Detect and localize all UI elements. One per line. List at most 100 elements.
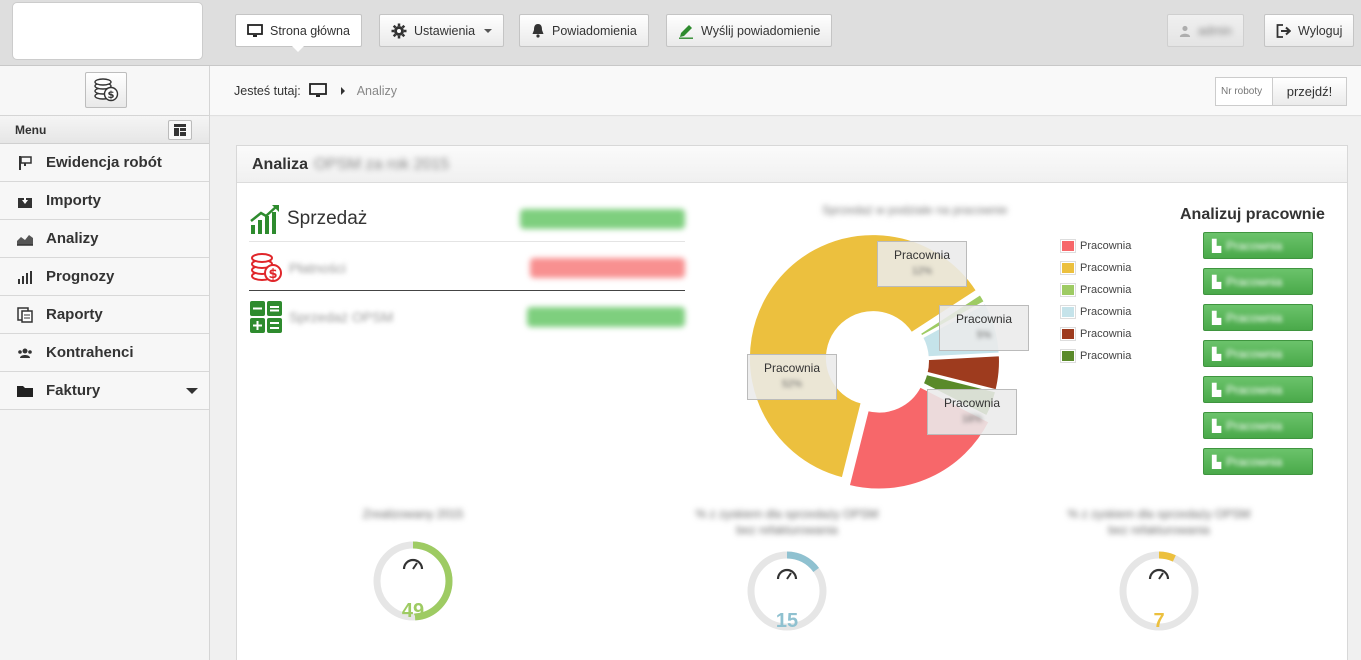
analyze-workshop-label: Pracownia [1226, 310, 1283, 325]
sidebar-item-analizy[interactable]: Analizy [0, 220, 209, 258]
legend-item[interactable]: Pracownia [1060, 345, 1132, 367]
home-button[interactable]: Strona główna [235, 14, 362, 52]
panel-header: Analiza OPSM za rok 2015 [237, 146, 1347, 183]
speedometer-needle [1158, 572, 1164, 580]
breadcrumb-bar: Jesteś tutaj: Analizy Nr roboty przejdź! [210, 66, 1361, 116]
building-icon: ▙ [1212, 382, 1222, 397]
legend-item[interactable]: Pracownia [1060, 235, 1132, 257]
logout-icon [1276, 23, 1291, 38]
go-button[interactable]: przejdź! [1272, 77, 1347, 106]
building-icon: ▙ [1212, 418, 1222, 433]
coins-dollar-icon: $ [94, 78, 119, 102]
sidebar-item-ewidencja-robot[interactable]: Ewidencja robót [0, 144, 209, 182]
building-icon: ▙ [1212, 346, 1222, 361]
sidebar-item-importy[interactable]: Importy [0, 182, 209, 220]
pie-tooltip-label: Pracownia [955, 312, 1013, 326]
legend-item[interactable]: Pracownia [1060, 279, 1132, 301]
gauge-subtitle: bez refakturowania [1108, 523, 1210, 537]
monitor-icon [247, 23, 263, 37]
stat-sales-label: Sprzedaż [287, 207, 368, 229]
legend-label: Pracownia [1080, 284, 1132, 296]
speedometer-needle [786, 572, 792, 580]
building-icon: ▙ [1212, 454, 1222, 469]
breadcrumb: Jesteś tutaj: Analizy [234, 83, 397, 98]
sidebar-shortcuts: $ [0, 66, 209, 116]
legend-label: Pracownia [1080, 328, 1132, 340]
pie-tooltip-value: 52% [781, 379, 802, 390]
user-icon [1179, 25, 1191, 37]
user-button[interactable]: admin [1167, 14, 1244, 47]
gauge-title: % z zyskiem dla sprzedaży OPSM [695, 507, 879, 521]
logout-label: Wyloguj [1298, 23, 1343, 38]
panel-title: Analiza [252, 156, 309, 173]
stat-opsm-label: Sprzedaż OPSM [289, 309, 394, 325]
logout-button[interactable]: Wyloguj [1264, 14, 1355, 47]
gauge-value: 7 [1153, 610, 1165, 632]
user-label: admin [1197, 23, 1232, 38]
legend-item[interactable]: Pracownia [1060, 301, 1131, 323]
analyze-workshop-button[interactable]: ▙ Pracownia [1203, 340, 1313, 367]
bar-chart-icon [16, 268, 34, 286]
sidebar-item-prognozy[interactable]: Prognozy [0, 258, 209, 296]
analyze-workshop-label: Pracownia [1226, 274, 1283, 289]
pie-tooltip: Pracownia 52% [747, 354, 837, 400]
sidebar-toggle-button[interactable] [168, 120, 192, 140]
sidebar-menu-header: Menu [0, 116, 209, 144]
flag-building-icon [16, 154, 34, 172]
legend-label: Pracownia [1080, 262, 1132, 274]
legend-item[interactable]: Pracownia [1060, 257, 1132, 279]
sidebar-item-label: Faktury [46, 382, 101, 399]
chart-title: Sprzedaż w podziale na pracownie [822, 203, 1008, 217]
analyze-workshop-button[interactable]: ▙ Pracownia [1203, 268, 1313, 295]
analyze-workshop-button[interactable]: ▙ Pracownia [1203, 304, 1313, 331]
job-number-input[interactable]: Nr roboty [1215, 77, 1273, 106]
send-notification-button[interactable]: Wyślij powiadomienie [666, 14, 833, 47]
stat-payments-label: Płatności [289, 259, 346, 276]
coins-shortcut-button[interactable]: $ [85, 72, 127, 108]
analyze-workshop-label: Pracownia [1226, 238, 1283, 253]
stat-sales: Sprzedaż [249, 196, 685, 242]
notifications-label: Powiadomienia [552, 23, 637, 38]
stat-opsm-value [527, 307, 685, 327]
notifications-button[interactable]: Powiadomienia [519, 14, 649, 47]
sidebar: $ Menu Ewidencja robót Importy Analizy P… [0, 66, 210, 660]
legend-swatch [1060, 305, 1076, 319]
legend-label: Pracownia [1080, 240, 1132, 252]
sidebar-item-raporty[interactable]: Raporty [0, 296, 209, 334]
breadcrumb-prefix: Jesteś tutaj: [234, 83, 301, 98]
gauge-title: % z zyskiem dla sprzedaży OPSM [1067, 507, 1251, 521]
analyze-workshop-button[interactable]: ▙ Pracownia [1203, 376, 1313, 403]
pie-tooltip-label: Pracownia [943, 396, 1001, 410]
pie-tooltip-value: 5% [976, 330, 992, 341]
analyze-workshop-label: Pracownia [1226, 346, 1283, 361]
analyze-workshop-button[interactable]: ▙ Pracownia [1203, 412, 1313, 439]
pie-tooltip: Pracownia 12% [877, 241, 967, 287]
analyze-workshop-label: Pracownia [1226, 382, 1283, 397]
gear-icon [391, 23, 407, 38]
sidebar-item-label: Raporty [46, 306, 103, 323]
copy-document-icon [16, 306, 34, 324]
analyze-workshop-label: Pracownia [1226, 418, 1283, 433]
analyze-workshop-button[interactable]: ▙ Pracownia [1203, 448, 1313, 475]
analyze-workshop-button[interactable]: ▙ Pracownia [1203, 232, 1313, 259]
analyze-workshops-title: Analizuj pracownie [1180, 206, 1325, 223]
legend-label: Pracownia [1080, 350, 1132, 362]
sidebar-item-faktury[interactable]: Faktury [0, 372, 209, 410]
logo[interactable] [12, 2, 203, 60]
users-icon [16, 344, 34, 362]
pie-tooltip-label: Pracownia [893, 248, 951, 262]
sidebar-item-kontrahenci[interactable]: Kontrahenci [0, 334, 209, 372]
stat-sales-value [520, 208, 685, 229]
legend-swatch [1060, 349, 1076, 363]
legend-item[interactable]: Pracownia [1060, 323, 1132, 345]
sidebar-item-label: Ewidencja robót [46, 154, 162, 171]
legend-swatch [1060, 239, 1076, 253]
monitor-icon[interactable] [308, 83, 327, 98]
folder-icon [16, 382, 34, 400]
pie-tooltip-label: Pracownia [763, 361, 821, 375]
stat-payments: $ Płatności [249, 245, 685, 291]
settings-dropdown[interactable]: Ustawienia [379, 14, 505, 47]
layout-toggle-icon [174, 124, 186, 136]
gauge-title: Zrealizowany 2015 [362, 507, 464, 521]
coins-dollar-icon: $ [251, 252, 282, 282]
